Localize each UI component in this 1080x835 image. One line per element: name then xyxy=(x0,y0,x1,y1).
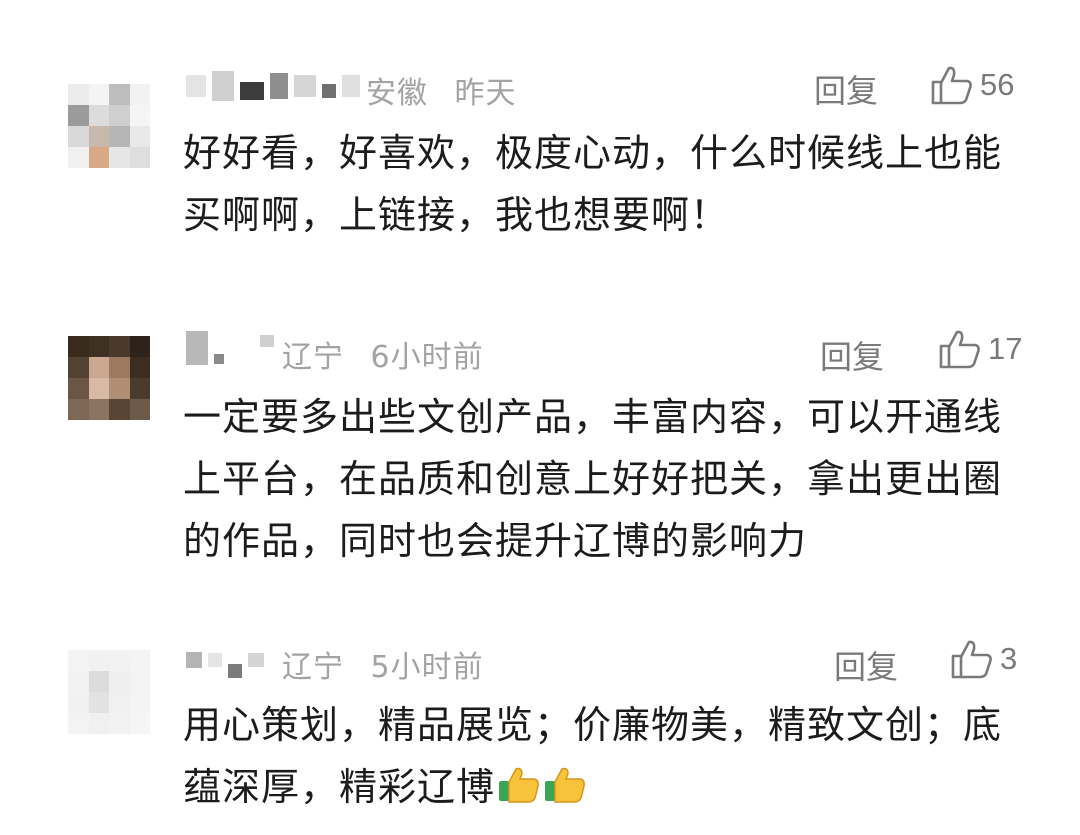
comment-text: 好好看，好喜欢，极度心动，什么时候线上也能买啊啊，上链接，我也想要啊！ xyxy=(183,131,1003,237)
reply-button[interactable]: 回复 xyxy=(834,642,898,688)
thumbs-up-outline-icon xyxy=(931,66,972,105)
username-blurred[interactable] xyxy=(186,331,274,365)
comment-meta: 安徽 昨天 xyxy=(366,68,517,112)
location-label: 辽宁 xyxy=(282,340,344,375)
reply-button[interactable]: 回复 xyxy=(814,66,878,112)
thumbs-up-outline-icon xyxy=(951,640,992,679)
time-label: 5小时前 xyxy=(370,650,484,685)
thumbs-up-emoji-icon xyxy=(545,767,585,803)
like-button[interactable]: 56 xyxy=(930,64,1014,106)
username-blurred[interactable] xyxy=(186,70,360,102)
like-button[interactable]: 3 xyxy=(950,638,1017,680)
avatar[interactable] xyxy=(68,336,150,420)
location-label: 安徽 xyxy=(366,76,428,111)
username-blurred[interactable] xyxy=(186,644,264,678)
comment-text-body: 用心策划，精品展览；价廉物美，精致文创；底蕴深厚，精彩辽博 xyxy=(183,703,1003,809)
comment-text: 一定要多出些文创产品，丰富内容，可以开通线上平台，在品质和创意上好好把关，拿出更… xyxy=(183,395,1003,563)
avatar[interactable] xyxy=(68,650,150,734)
time-label: 6小时前 xyxy=(370,340,484,375)
comment-meta: 辽宁 6小时前 xyxy=(282,332,484,376)
reply-button[interactable]: 回复 xyxy=(820,332,884,378)
like-count: 17 xyxy=(988,331,1023,366)
like-button[interactable]: 17 xyxy=(938,328,1022,370)
like-count: 56 xyxy=(980,67,1015,102)
location-label: 辽宁 xyxy=(282,650,344,685)
comment-meta: 辽宁 5小时前 xyxy=(282,642,484,686)
time-label: 昨天 xyxy=(454,76,517,111)
thumbs-up-emoji-icon xyxy=(499,767,539,803)
comment-text: 用心策划，精品展览；价廉物美，精致文创；底蕴深厚，精彩辽博 xyxy=(183,694,1033,818)
like-count: 3 xyxy=(1000,641,1018,676)
avatar[interactable] xyxy=(68,84,150,168)
thumbs-up-outline-icon xyxy=(939,330,980,369)
